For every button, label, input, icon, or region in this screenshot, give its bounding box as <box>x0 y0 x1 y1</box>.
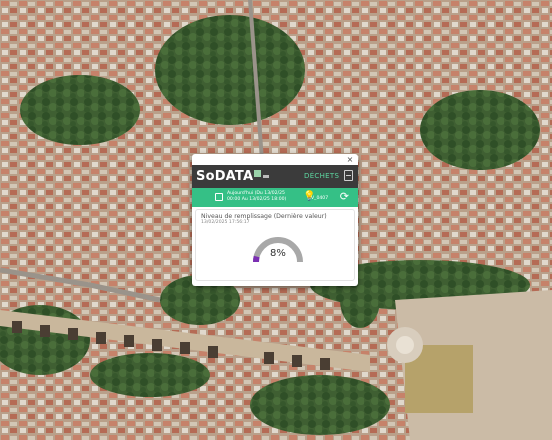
popup-header: SoDATA DÉCHETS <box>192 165 358 188</box>
logo-mark <box>254 170 262 177</box>
tab-dechets[interactable]: DÉCHETS <box>304 172 339 181</box>
period-band: Aujourd'hui (Du 13/02/25 00:00 Au 13/02/… <box>192 188 358 207</box>
period-line-2: 00:00 Au 13/02/25 18:00) <box>227 197 287 202</box>
period-line-1: Aujourd'hui (Du 13/02/25 <box>227 191 285 196</box>
fill-level-card: Niveau de remplissage (Dernière valeur) … <box>195 209 355 281</box>
card-date: 13/02/2025 17:56:17 <box>201 220 250 225</box>
device-id: V_0407 <box>311 196 329 201</box>
calendar-icon[interactable] <box>215 193 223 201</box>
sodata-logo: SoDATA <box>196 169 262 184</box>
refresh-icon[interactable]: ⟳ <box>340 191 349 203</box>
fill-value: 8% <box>270 248 286 259</box>
close-icon[interactable]: × <box>346 156 354 164</box>
logo-text: SoDATA <box>196 169 254 184</box>
period-text[interactable]: Aujourd'hui (Du 13/02/25 00:00 Au 13/02/… <box>227 191 286 203</box>
document-icon[interactable] <box>344 170 353 181</box>
gauge-fill <box>252 255 260 263</box>
sensor-popup: × SoDATA DÉCHETS Aujourd'hui (Du 13/02/2… <box>192 154 358 286</box>
logo-dash <box>263 175 270 178</box>
